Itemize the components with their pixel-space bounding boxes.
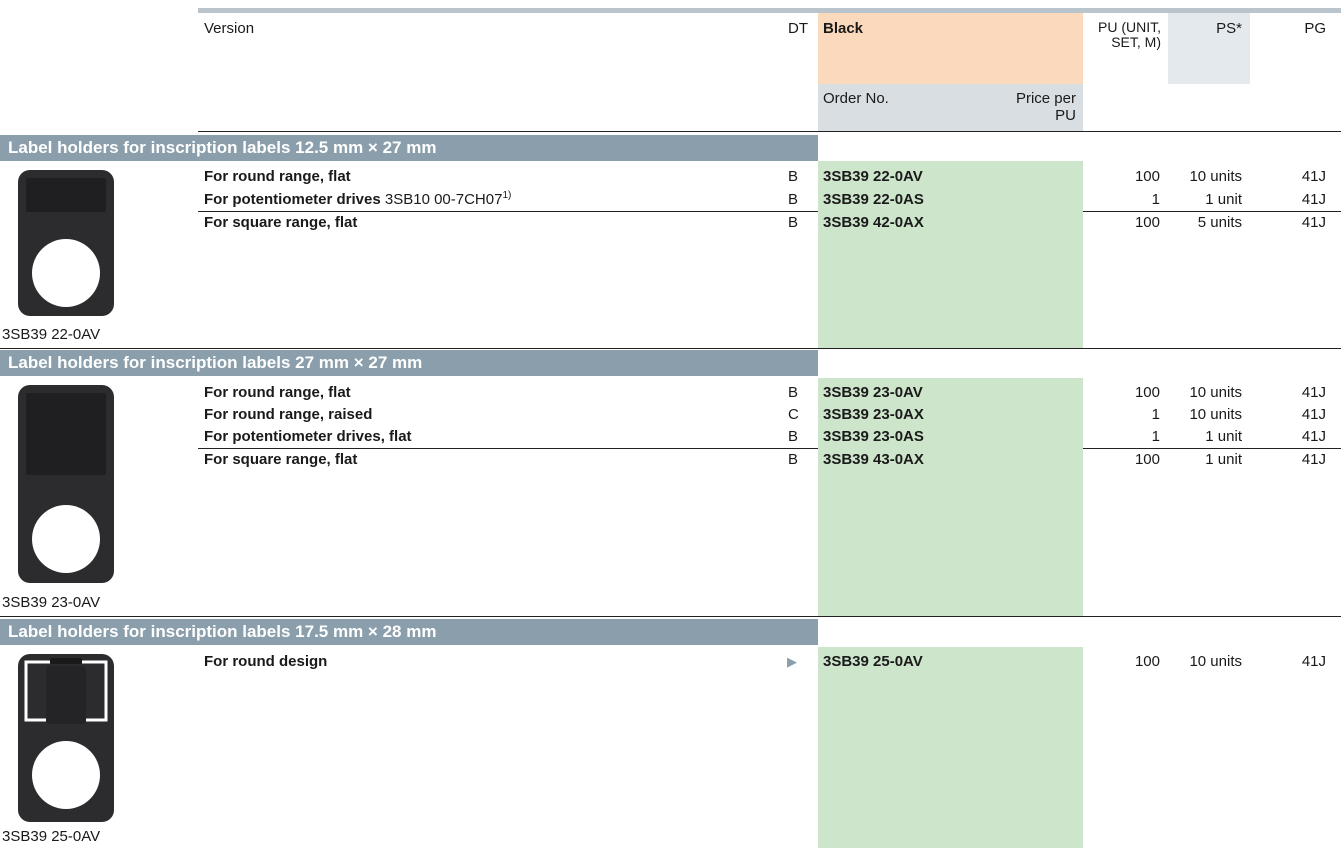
row-pu: 1 [1151,191,1160,208]
row-order-no: 3SB39 22-0AS [823,191,924,208]
row-divider [198,448,818,449]
label-holder-image [16,383,116,585]
order-column-bg [818,161,1083,348]
footnote-marker: 1) [502,190,512,201]
row-label: For square range, flat [204,451,358,468]
header-pu: PU (UNIT, SET, M) [1098,19,1161,50]
row-pg: 41J [1301,168,1326,185]
row-ps: 1 unit [1205,428,1242,445]
header-price: Price per PU [1015,90,1076,124]
row-label: For potentiometer drives, flat [204,428,412,445]
label-holder-image [16,168,116,318]
header-version: Version [204,20,255,37]
row-pu: 100 [1134,653,1160,670]
row-pu: 100 [1134,214,1160,231]
image-caption: 3SB39 22-0AV [2,326,101,343]
row-divider [1083,448,1341,449]
triangle-right-icon: ▶ [787,654,797,669]
row-label-suffix: 3SB10 00-7CH07 [384,191,503,208]
section-divider [0,616,1341,617]
row-label: For round range, raised [204,406,373,423]
image-caption: 3SB39 23-0AV [2,594,101,611]
image-caption: 3SB39 25-0AV [2,828,101,845]
row-dt: B [788,384,799,401]
row-pg: 41J [1301,451,1326,468]
row-ps: 10 units [1189,406,1242,423]
row-ps: 5 units [1197,214,1242,231]
row-label-composite: For potentiometer drives 3SB10 00-7CH071… [204,191,511,209]
header-order-no: Order No. [823,90,889,107]
row-dt: B [788,168,799,185]
row-ps: 1 unit [1205,451,1242,468]
header-ps: PS* [1216,20,1242,37]
section-title: Label holders for inscription labels 27 … [8,353,423,372]
row-order-no: 3SB39 25-0AV [823,653,923,670]
row-pu: 1 [1151,406,1160,423]
section-title: Label holders for inscription labels 12.… [8,138,437,157]
row-ps: 10 units [1189,168,1242,185]
section-divider [0,348,1341,349]
row-pu: 100 [1134,451,1160,468]
label-holder-image [16,652,116,824]
row-dt: C [788,406,799,423]
row-label: For round range, flat [204,168,351,185]
row-ps: 10 units [1189,384,1242,401]
row-divider [198,211,818,212]
row-pg: 41J [1301,653,1326,670]
row-order-no: 3SB39 42-0AX [823,214,924,231]
row-order-no: 3SB39 23-0AX [823,406,924,423]
row-pu: 100 [1134,384,1160,401]
row-order-no: 3SB39 23-0AS [823,428,924,445]
row-pu: 1 [1151,428,1160,445]
row-pu: 100 [1134,168,1160,185]
row-pg: 41J [1301,406,1326,423]
header-dt: DT [788,20,808,37]
row-label: For potentiometer drives [204,191,381,208]
header-black: Black [823,20,864,37]
row-dt: B [788,428,799,445]
header-pg: PG [1304,20,1326,37]
row-pg: 41J [1301,214,1326,231]
row-order-no: 3SB39 23-0AV [823,384,923,401]
row-order-no: 3SB39 22-0AV [823,168,923,185]
row-pg: 41J [1301,384,1326,401]
row-ps: 10 units [1189,653,1242,670]
row-dt: B [788,191,799,208]
row-dt: B [788,214,799,231]
row-pg: 41J [1301,191,1326,208]
header-bottom-rule [198,131,1341,132]
row-label: For square range, flat [204,214,358,231]
row-order-no: 3SB39 43-0AX [823,451,924,468]
section-title: Label holders for inscription labels 17.… [8,622,437,641]
row-divider [1083,211,1341,212]
order-column-bg [818,647,1083,848]
row-label: For round design [204,653,328,670]
row-dt: B [788,451,799,468]
row-ps: 1 unit [1205,191,1242,208]
row-label: For round range, flat [204,384,351,401]
row-pg: 41J [1301,428,1326,445]
